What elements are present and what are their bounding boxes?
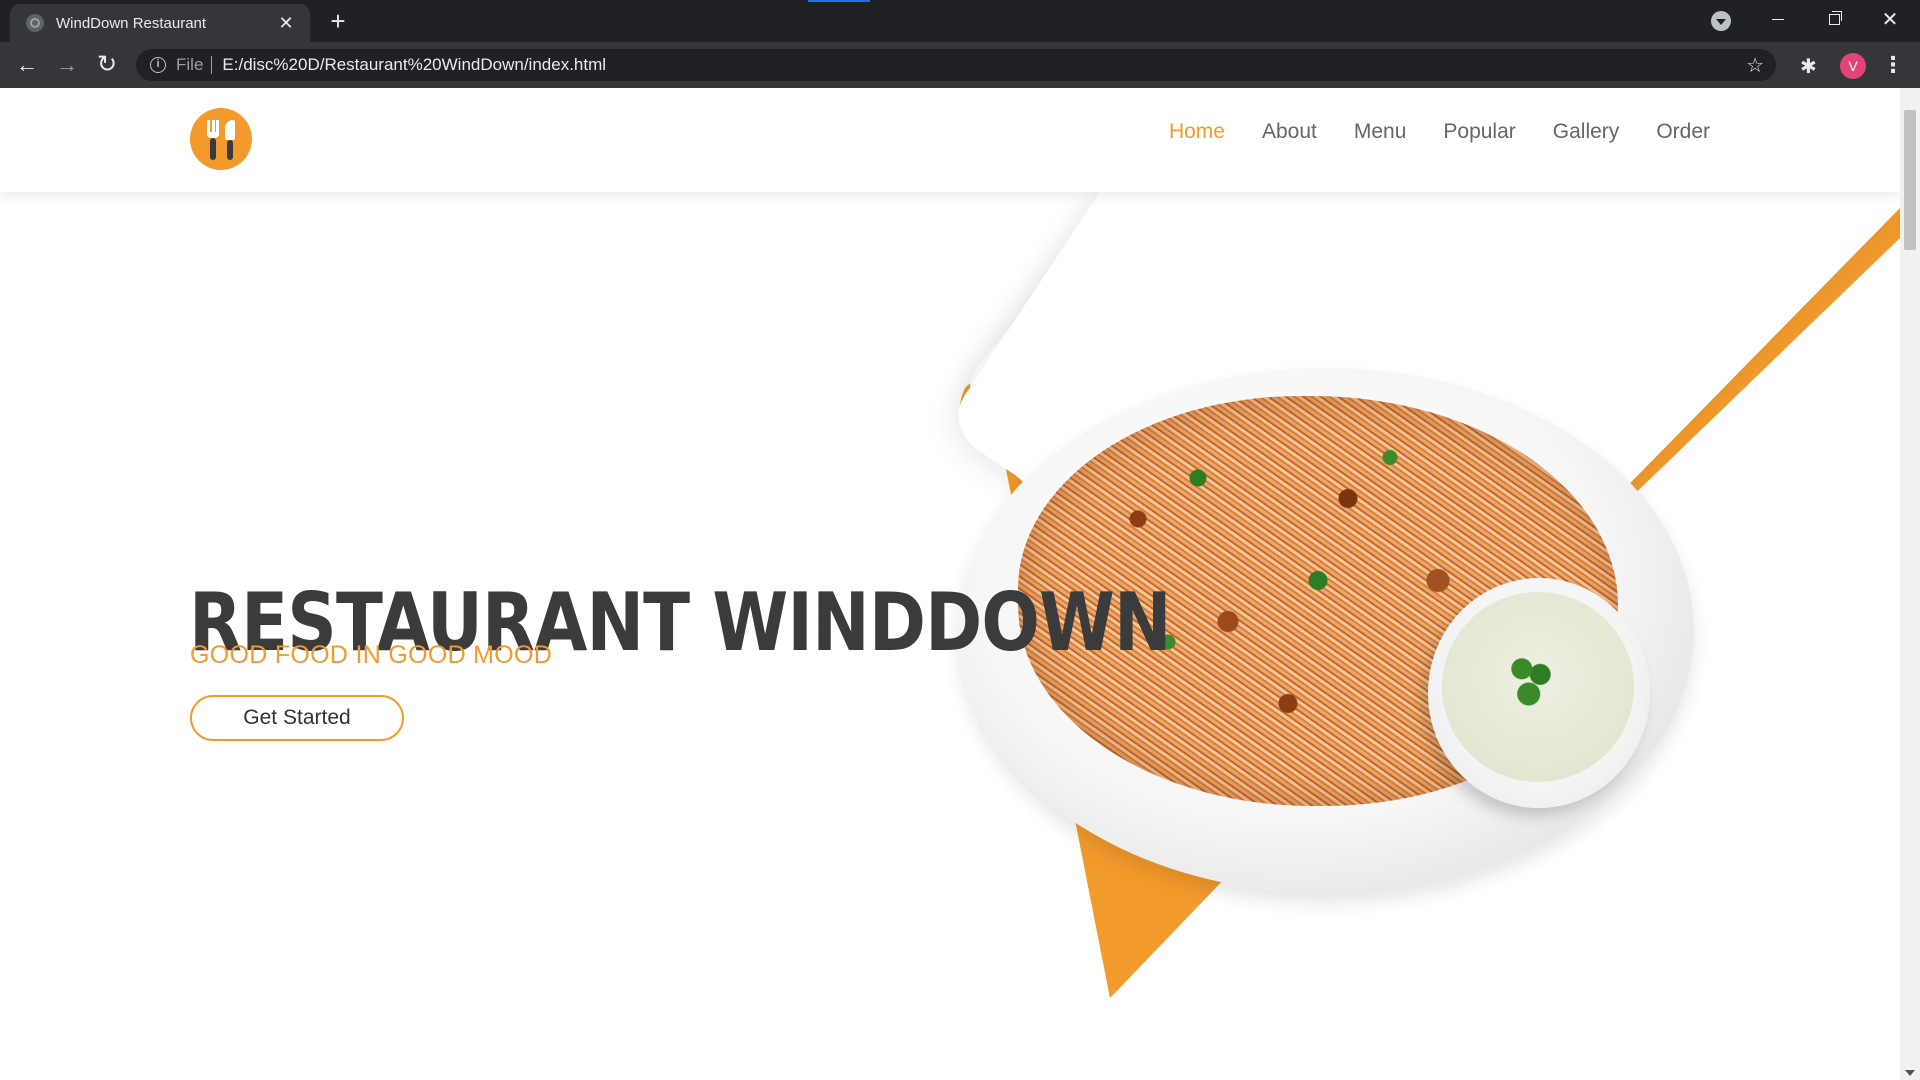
nav-menu[interactable]: Menu [1354,120,1407,144]
address-bar[interactable]: i File E:/disc%20D/Restaurant%20WindDown… [136,49,1776,81]
nav-home[interactable]: Home [1169,120,1225,144]
plus-icon[interactable]: + [324,8,352,36]
forward-arrow-icon[interactable]: → [52,50,82,80]
main-nav: Home About Menu Popular Gallery Order [1169,120,1710,144]
page-scrollbar[interactable] [1900,88,1920,1080]
get-started-button[interactable]: Get Started [190,695,404,741]
more-menu-icon[interactable]: ⋮ [1880,52,1906,78]
minimize-button[interactable] [1750,0,1806,38]
raita-bowl [1428,578,1650,808]
minimize-icon [1772,18,1784,20]
url-text[interactable]: E:/disc%20D/Restaurant%20WindDown/index.… [222,55,606,75]
scheme-label: File [176,55,204,74]
raita [1442,592,1634,782]
fork-knife-icon[interactable] [190,108,252,170]
reload-icon[interactable]: ↻ [92,50,122,80]
browser-tab-strip: WindDown Restaurant ✕ + ✕ [0,0,1920,42]
close-icon[interactable]: ✕ [276,13,296,33]
bookmark-star-icon[interactable]: ☆ [1746,53,1764,78]
profile-avatar[interactable]: V [1840,53,1866,79]
restore-button[interactable] [1806,0,1862,38]
nav-about[interactable]: About [1262,120,1317,144]
page-viewport: Home About Menu Popular Gallery Order RE… [0,88,1900,1080]
browser-toolbar: ← → ↻ i File E:/disc%20D/Restaurant%20Wi… [0,42,1920,88]
browser-tab[interactable]: WindDown Restaurant ✕ [10,4,310,42]
puzzle-icon[interactable]: ✱ [1800,54,1822,78]
globe-icon [26,14,44,32]
hero-subtitle: GOOD FOOD IN GOOD MOOD [190,641,553,669]
divider [211,56,213,74]
nav-popular[interactable]: Popular [1443,120,1515,144]
scroll-thumb[interactable] [1904,110,1916,250]
tab-search-icon[interactable] [1711,11,1731,31]
tab-drag-indicator [808,0,870,2]
back-arrow-icon[interactable]: ← [12,50,42,80]
restore-icon [1828,10,1842,25]
info-icon[interactable]: i [150,57,166,73]
tab-title: WindDown Restaurant [56,14,207,32]
site-header: Home About Menu Popular Gallery Order [0,88,1900,192]
nav-gallery[interactable]: Gallery [1553,120,1620,144]
window-close-button[interactable]: ✕ [1862,0,1918,38]
scroll-down-arrow-icon[interactable] [1905,1070,1915,1076]
nav-order[interactable]: Order [1656,120,1710,144]
